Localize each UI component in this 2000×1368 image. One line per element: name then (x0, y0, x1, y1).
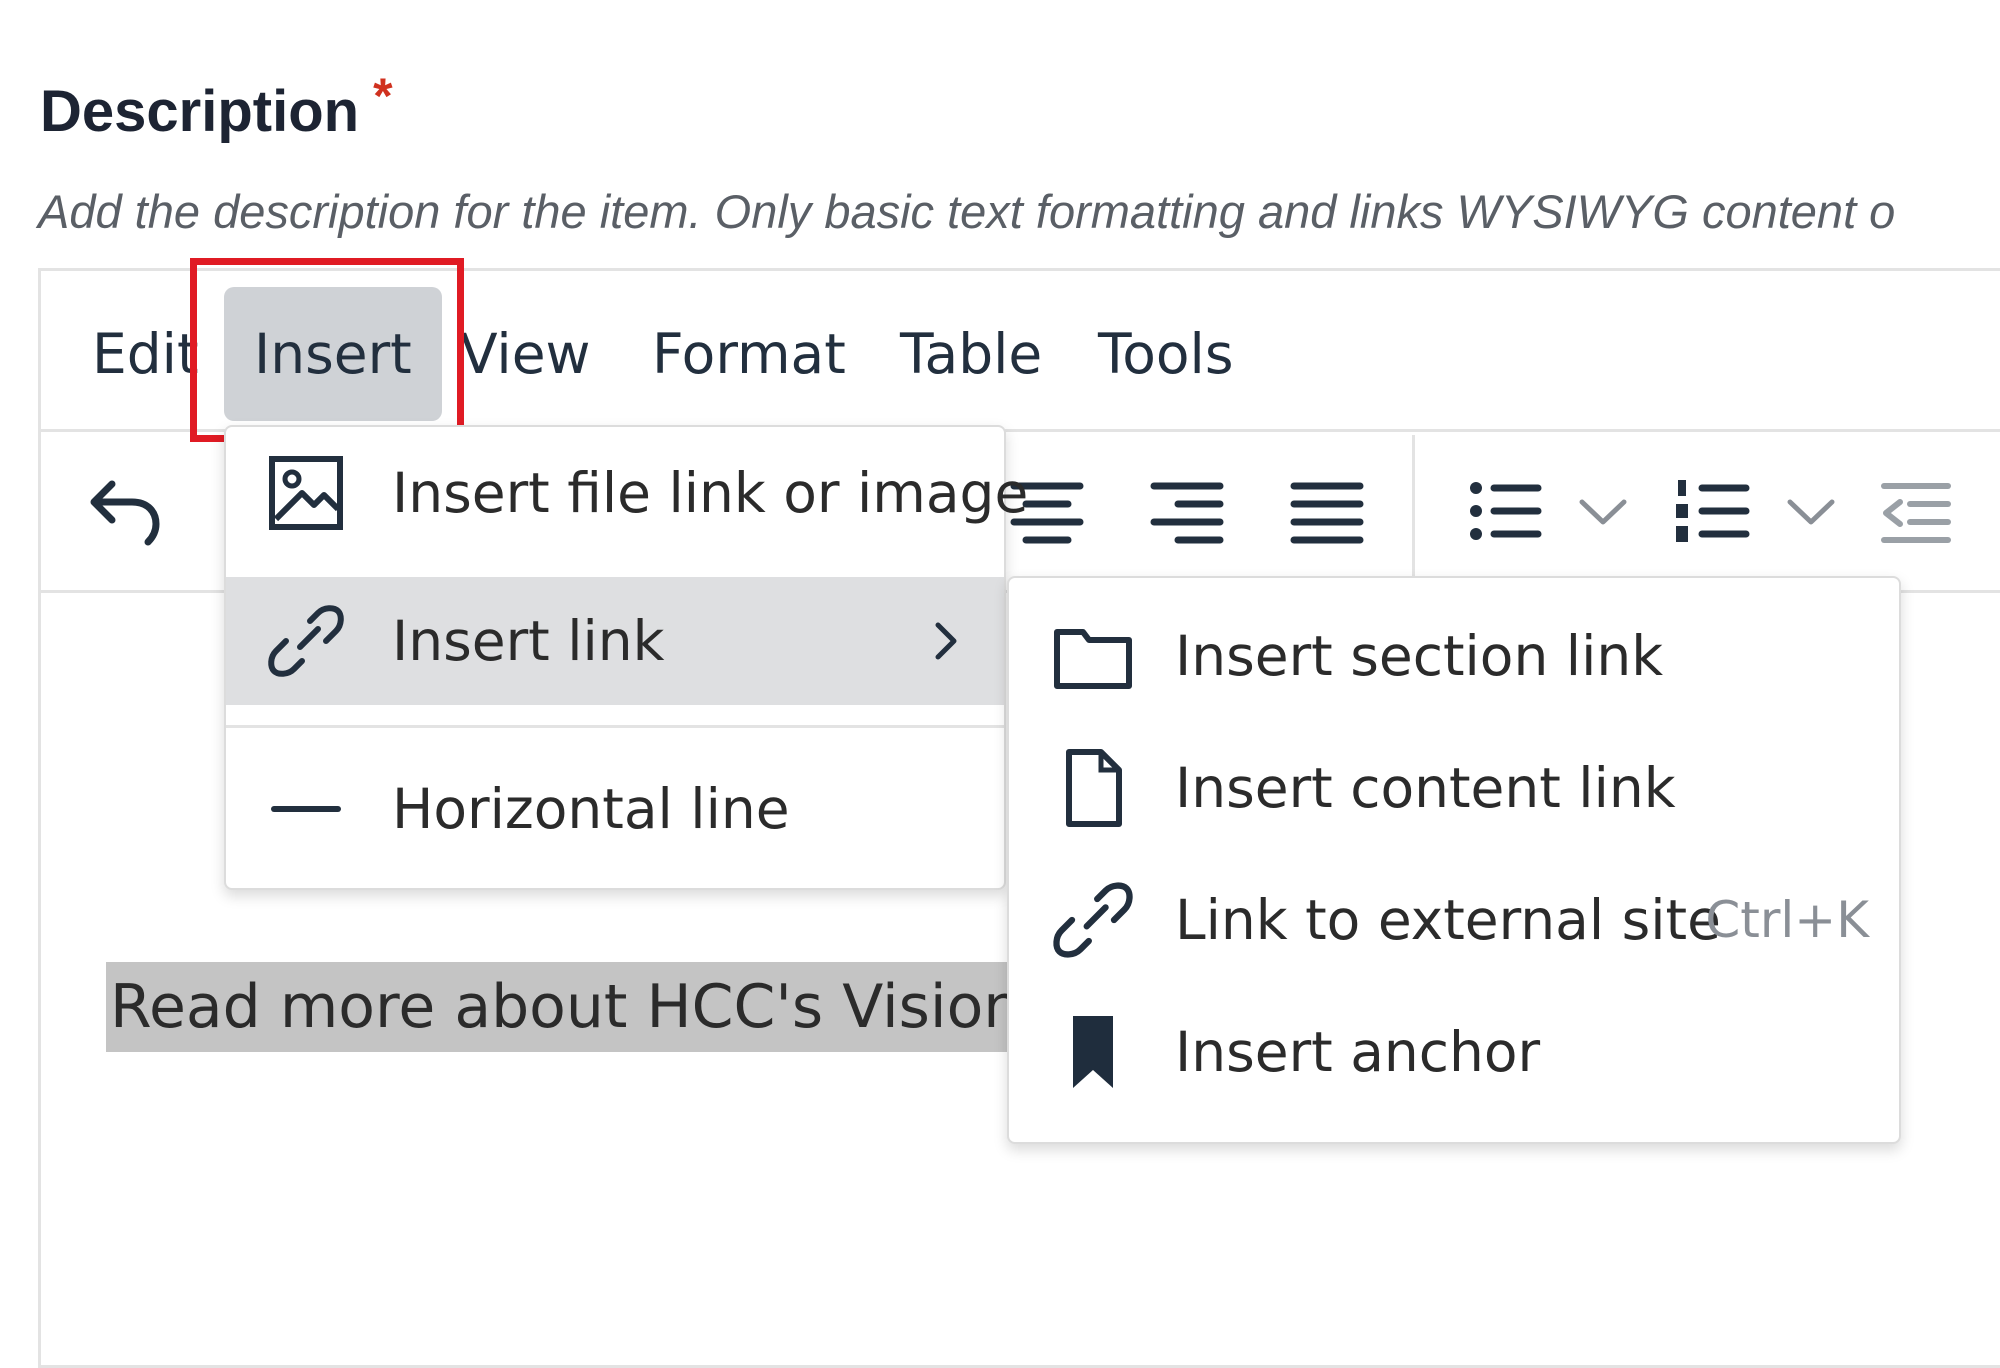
link-icon (1051, 878, 1135, 962)
menu-view[interactable]: View (460, 287, 591, 421)
insert-section-link-label: Insert section link (1175, 624, 1664, 688)
insert-menu: Insert file link or image Insert link Ho… (224, 425, 1028, 890)
description-help-text: Add the description for the item. Only b… (38, 185, 1896, 238)
chevron-right-icon (916, 611, 976, 671)
bullet-list-icon[interactable] (1460, 466, 1550, 556)
editor-selected-text[interactable]: Read more about HCC's Vision (106, 962, 1026, 1052)
required-marker: * (373, 68, 393, 124)
insert-anchor-label: Insert anchor (1175, 1020, 1541, 1084)
menu-table[interactable]: Table (900, 287, 1042, 421)
horizontal-line-icon (266, 769, 346, 849)
folder-icon (1051, 614, 1135, 698)
insert-content-link-label: Insert content link (1175, 756, 1676, 820)
menu-format[interactable]: Format (652, 287, 846, 421)
insert-file-link-or-image-item[interactable]: Insert file link or image (226, 429, 1028, 557)
description-label: Description * (40, 68, 393, 145)
document-icon (1051, 746, 1135, 830)
chevron-down-icon[interactable] (1568, 476, 1638, 546)
insert-file-link-label: Insert file link or image (392, 461, 1029, 525)
keyboard-shortcut: Ctrl+K (1705, 891, 1869, 949)
menu-edit[interactable]: Edit (92, 287, 199, 421)
horizontal-line-item[interactable]: Horizontal line (226, 745, 1004, 873)
toolbar-separator (1412, 435, 1415, 593)
insert-link-submenu: Insert section link Insert content link … (1007, 576, 1901, 1144)
align-right-icon[interactable] (1142, 466, 1232, 556)
chevron-down-icon[interactable] (1776, 476, 1846, 546)
insert-section-link-item[interactable]: Insert section link (1009, 590, 1899, 722)
link-to-external-site-label: Link to external site (1175, 888, 1721, 952)
bookmark-icon (1051, 1010, 1135, 1094)
numbered-list-icon[interactable] (1668, 466, 1758, 556)
insert-link-item[interactable]: Insert link (226, 577, 1004, 705)
menu-tools[interactable]: Tools (1098, 287, 1234, 421)
description-label-text: Description (40, 79, 360, 144)
insert-anchor-item[interactable]: Insert anchor (1009, 986, 1899, 1118)
outdent-icon[interactable] (1870, 466, 1960, 556)
insert-content-link-item[interactable]: Insert content link (1009, 722, 1899, 854)
menu-insert[interactable]: Insert (224, 287, 442, 421)
link-icon (266, 601, 346, 681)
align-justify-icon[interactable] (1282, 466, 1372, 556)
menu-separator (226, 725, 1004, 728)
undo-icon[interactable] (82, 466, 172, 556)
horizontal-line-label: Horizontal line (392, 777, 790, 841)
insert-link-label: Insert link (392, 609, 665, 673)
link-to-external-site-item[interactable]: Link to external site Ctrl+K (1009, 854, 1899, 986)
image-icon (266, 453, 346, 533)
